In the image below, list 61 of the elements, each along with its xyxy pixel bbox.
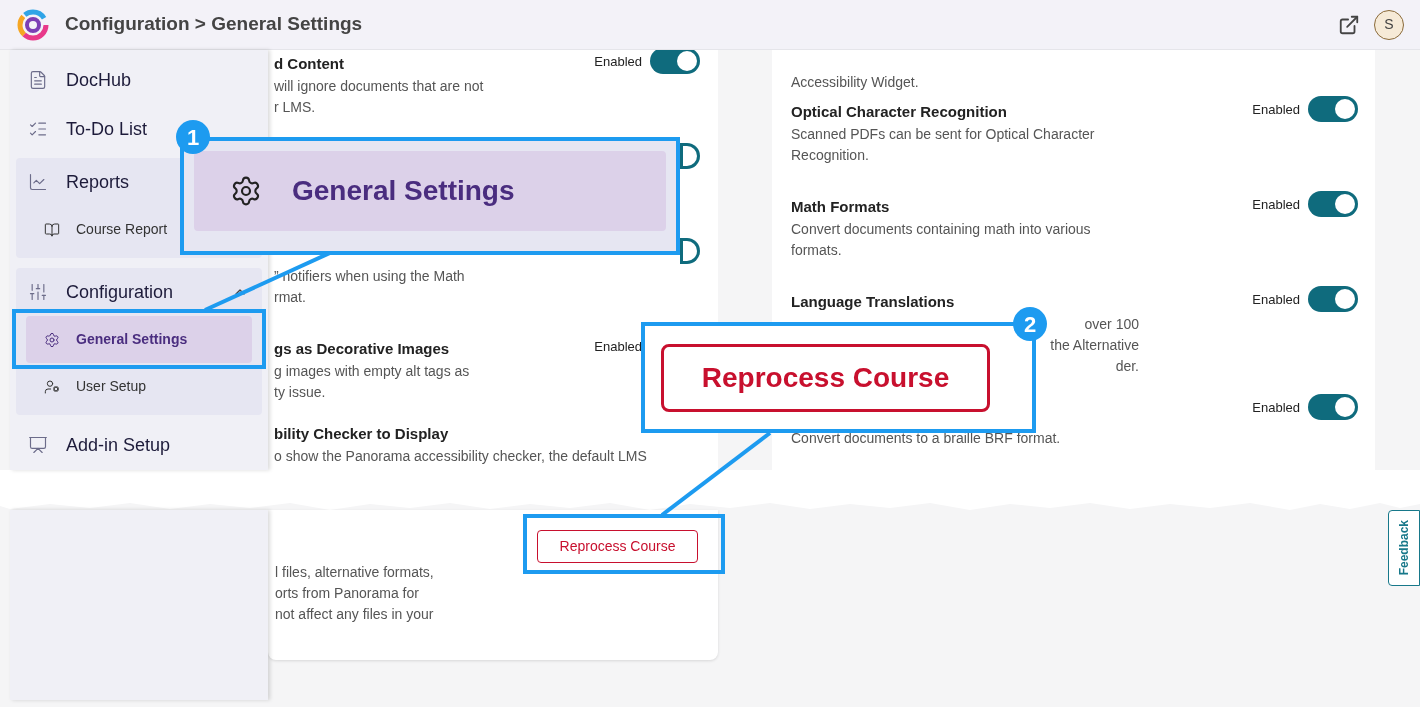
- feedback-tab[interactable]: Feedback: [1388, 510, 1420, 586]
- book-icon: [44, 221, 60, 238]
- status-label: Enabled: [594, 53, 642, 71]
- gear-icon: [44, 331, 60, 348]
- setting-description: rmat.: [274, 288, 307, 307]
- setting-description: Convert documents to a braille BRF format.: [791, 429, 1061, 448]
- setting-title: bility Checker to Display: [274, 424, 450, 444]
- avatar[interactable]: S: [1374, 9, 1404, 40]
- setting-description: Scanned PDFs can be sent for Optical Character: [791, 125, 1095, 144]
- setting-description: r LMS.: [274, 98, 317, 117]
- page-title: Configuration > General Settings: [65, 12, 363, 37]
- setting-title: gs as Decorative Images: [274, 339, 451, 359]
- setting-description: Recognition.: [791, 146, 870, 165]
- toggle-switch[interactable]: [680, 143, 700, 169]
- external-link-icon[interactable]: [1338, 13, 1360, 36]
- status-label: Enabled: [1252, 399, 1300, 417]
- status-label: Enabled: [1252, 291, 1300, 309]
- setting-description: over 100: [1084, 315, 1139, 334]
- toggle-switch[interactable]: [1308, 191, 1358, 217]
- toggle-switch[interactable]: [680, 238, 700, 264]
- status-label: Enabled: [594, 338, 642, 356]
- setting-description: ty issue.: [274, 383, 327, 402]
- setting-description: formats.: [791, 241, 843, 260]
- sidebar-subitem[interactable]: Course Report: [26, 206, 176, 253]
- sidebar-subitem[interactable]: General Settings: [26, 316, 252, 363]
- setting-description: not affect any files in your: [275, 605, 434, 624]
- sidebar-subitem[interactable]: User Setup: [26, 363, 155, 410]
- toggle-switch[interactable]: [1308, 286, 1358, 312]
- reprocess-course-button-enlarged: Reprocess Course: [661, 343, 990, 412]
- sidebar-item[interactable]: Configuration: [16, 268, 186, 316]
- sliders-icon: [28, 282, 48, 302]
- sidebar-item[interactable]: Reports: [16, 158, 142, 206]
- status-label: Enabled: [1252, 196, 1300, 214]
- setting-description: Accessibility Widget.: [791, 73, 919, 92]
- sidebar-item[interactable]: DocHub: [16, 56, 144, 104]
- slides-icon: [28, 435, 48, 455]
- setting-title: Math Formats: [791, 197, 891, 217]
- setting-description: l files, alternative formats,: [275, 563, 434, 582]
- setting-title: Language Translations: [791, 292, 956, 312]
- setting-description: g images with empty alt tags as: [274, 362, 470, 381]
- toggle-switch[interactable]: [650, 50, 700, 74]
- setting-description: Convert documents containing math into various: [791, 220, 1091, 239]
- toggle-switch[interactable]: [1308, 96, 1358, 122]
- document-icon: [28, 70, 48, 90]
- setting-description: o show the Panorama accessibility checker, the default LMS: [274, 447, 647, 466]
- line-chart-icon: [28, 172, 48, 192]
- reprocess-course-button[interactable]: Reprocess Course: [537, 530, 698, 563]
- logo-icon: [16, 7, 50, 42]
- setting-description: orts from Panorama for: [275, 584, 420, 603]
- setting-description: der.: [1115, 357, 1139, 376]
- sidebar-item[interactable]: To-Do List: [16, 105, 160, 153]
- user-gear-icon: [44, 378, 60, 395]
- sidebar-item-enlarged: General Settings: [194, 151, 666, 231]
- sidebar-item[interactable]: Add-in Setup: [16, 421, 183, 469]
- setting-title: d Content: [274, 54, 345, 74]
- setting-description: will ignore documents that are not: [274, 77, 484, 96]
- status-label: Enabled: [1252, 101, 1300, 119]
- toggle-switch[interactable]: [1308, 394, 1358, 420]
- gear-icon: [230, 175, 262, 207]
- setting-title: Optical Character Recognition: [791, 102, 1008, 122]
- setting-description: the Alternative: [1050, 336, 1139, 355]
